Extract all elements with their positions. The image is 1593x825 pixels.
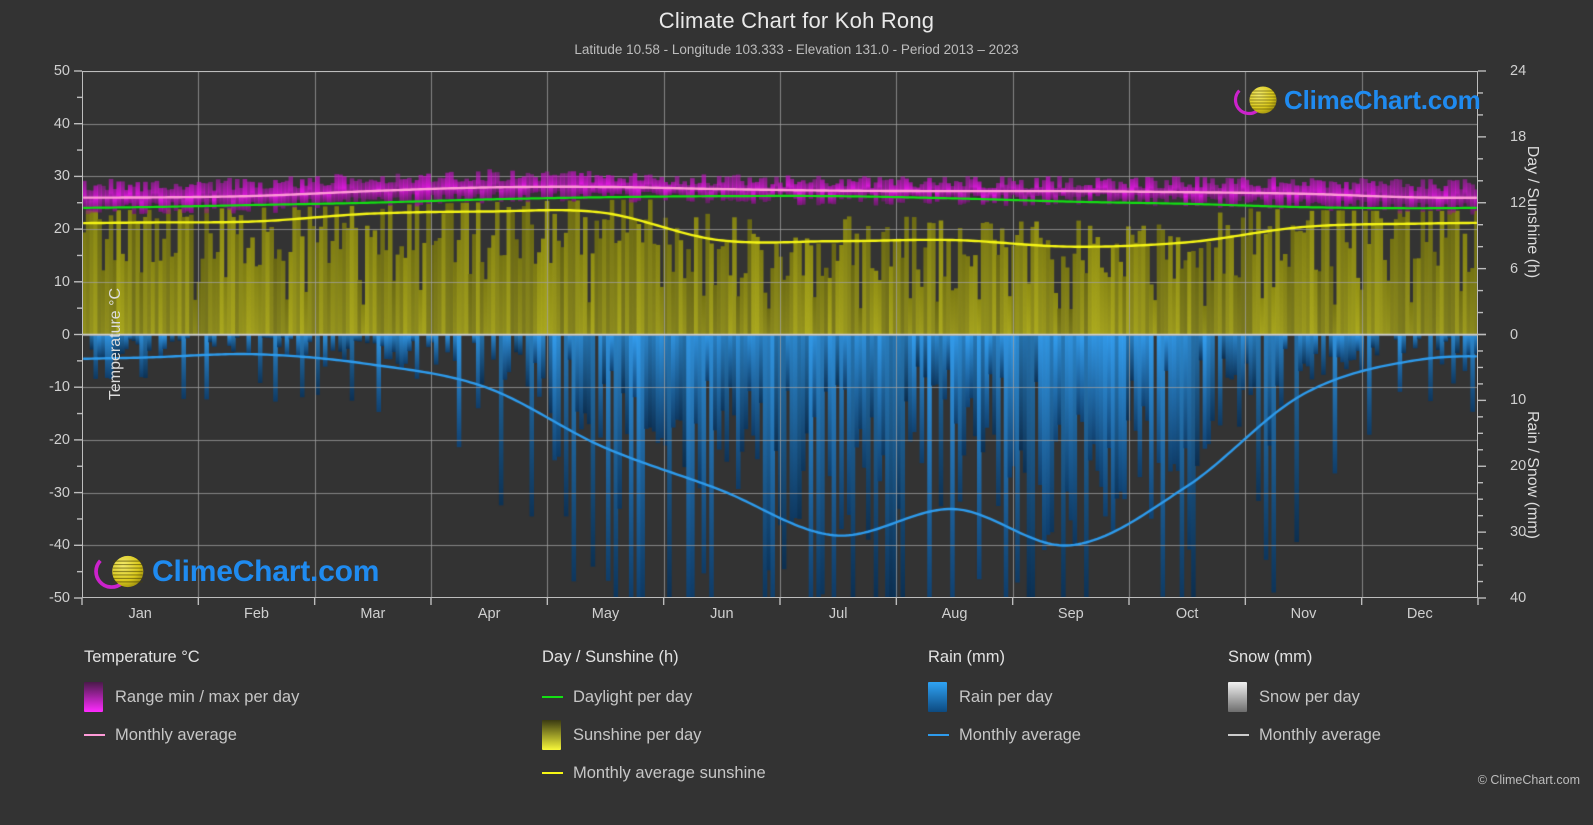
legend-column: Temperature °C Range min / max per day Mon…	[84, 648, 299, 754]
right-axis-title-bottom: Rain / Snow (mm)	[1524, 411, 1541, 540]
legend-label: Snow per day	[1259, 687, 1360, 706]
legend-item[interactable]: Monthly average sunshine	[542, 754, 766, 792]
legend-heading: Temperature °C	[84, 648, 200, 666]
legend-label: Monthly average	[1259, 725, 1381, 744]
right-axis-tick-hours: 12	[1510, 194, 1527, 211]
right-axis-title-top: Day / Sunshine (h)	[1524, 145, 1541, 278]
watermark-text-top: ClimeChart.com	[1284, 84, 1481, 115]
left-axis-tick: 10	[53, 273, 70, 290]
chart-legend: Temperature °C Range min / max per day Mon…	[0, 648, 1593, 798]
left-axis-tick: 50	[53, 63, 70, 79]
legend-item[interactable]: Monthly average	[84, 716, 299, 754]
right-axis-tick-hours: 18	[1510, 128, 1527, 145]
watermark-logo-top: ClimeChart.com	[1232, 80, 1481, 120]
x-axis-tick: Jul	[828, 606, 848, 622]
legend-label: Range min / max per day	[115, 687, 300, 706]
left-axis-title: Temperature °C	[107, 287, 124, 400]
legend-item[interactable]: Sunshine per day	[542, 716, 766, 754]
legend-line-marker	[542, 772, 563, 774]
climechart-logo-icon	[1233, 84, 1277, 116]
left-axis-tick: 40	[53, 115, 70, 132]
legend-label: Rain per day	[959, 687, 1053, 706]
x-axis-tick: Dec	[1406, 606, 1433, 622]
left-axis-tick: 30	[53, 168, 70, 185]
page-title: Climate Chart for Koh Rong	[658, 8, 935, 33]
left-axis-tick: -40	[49, 537, 70, 554]
legend-item[interactable]: Rain per day	[928, 678, 1081, 716]
legend-label: Sunshine per day	[573, 725, 702, 744]
legend-line-marker	[84, 734, 105, 736]
legend-label: Monthly average sunshine	[573, 763, 766, 782]
left-axis-tick: 0	[61, 326, 70, 343]
climate-chart-plot: Temperature °C Day / Sunshine (h) Rain /…	[82, 71, 1541, 598]
x-axis-tick: Mar	[360, 606, 386, 622]
legend-heading: Day / Sunshine (h)	[542, 648, 679, 666]
right-axis-tick-mm: 20	[1510, 458, 1527, 475]
legend-column: Rain (mm) Rain per day Monthly average	[928, 648, 1081, 754]
legend-item[interactable]: Range min / max per day	[84, 678, 299, 716]
right-axis-tick-hours: 6	[1510, 260, 1519, 277]
x-axis-tick: May	[591, 606, 620, 622]
legend-item[interactable]: Daylight per day	[542, 678, 766, 716]
legend-column: Day / Sunshine (h) Daylight per day Sunshi…	[542, 648, 766, 792]
x-axis-tick: Oct	[1175, 606, 1199, 622]
x-axis-tick: Jun	[710, 606, 734, 622]
legend-swatch	[1228, 682, 1247, 712]
left-axis-tick: -50	[49, 590, 70, 606]
watermark-text-bottom: ClimeChart.com	[152, 554, 380, 588]
legend-label: Daylight per day	[573, 687, 693, 706]
right-axis-tick-mm: 40	[1510, 590, 1527, 606]
legend-item[interactable]: Monthly average	[928, 716, 1081, 754]
legend-line-marker	[1228, 734, 1249, 736]
legend-label: Monthly average	[115, 725, 237, 744]
right-axis-tick-hours: 0	[1510, 326, 1519, 343]
page-subtitle: Latitude 10.58 - Longitude 103.333 - Ele…	[574, 42, 1019, 57]
legend-line-marker	[928, 734, 949, 736]
x-axis-tick: Feb	[244, 606, 269, 622]
legend-label: Monthly average	[959, 725, 1081, 744]
legend-heading: Rain (mm)	[928, 648, 1005, 666]
legend-swatch	[542, 720, 561, 750]
climechart-logo-icon	[94, 554, 144, 589]
copyright-text: © ClimeChart.com	[1477, 773, 1580, 787]
x-axis-tick: Apr	[477, 606, 501, 622]
right-axis-tick-mm: 30	[1510, 524, 1527, 541]
right-axis-tick-hours: 24	[1510, 63, 1527, 79]
x-axis-tick: Aug	[941, 606, 968, 622]
legend-item[interactable]: Monthly average	[1228, 716, 1381, 754]
legend-item[interactable]: Snow per day	[1228, 678, 1381, 716]
legend-heading: Snow (mm)	[1228, 648, 1313, 666]
left-axis-tick: -30	[49, 484, 70, 501]
legend-line-marker	[542, 696, 563, 698]
x-axis-tick: Jan	[128, 606, 152, 622]
left-axis-tick: -20	[49, 431, 70, 448]
x-axis-tick: Nov	[1290, 606, 1317, 622]
left-axis-tick: 20	[53, 221, 70, 238]
watermark-logo-bottom: ClimeChart.com	[92, 548, 379, 595]
x-axis-tick: Sep	[1057, 606, 1084, 622]
legend-swatch	[928, 682, 947, 712]
legend-swatch	[84, 682, 103, 712]
left-axis-tick: -10	[49, 379, 70, 396]
chart-canvas	[82, 71, 1478, 598]
legend-column: Snow (mm) Snow per day Monthly average	[1228, 648, 1381, 754]
right-axis-tick-mm: 10	[1510, 392, 1527, 409]
